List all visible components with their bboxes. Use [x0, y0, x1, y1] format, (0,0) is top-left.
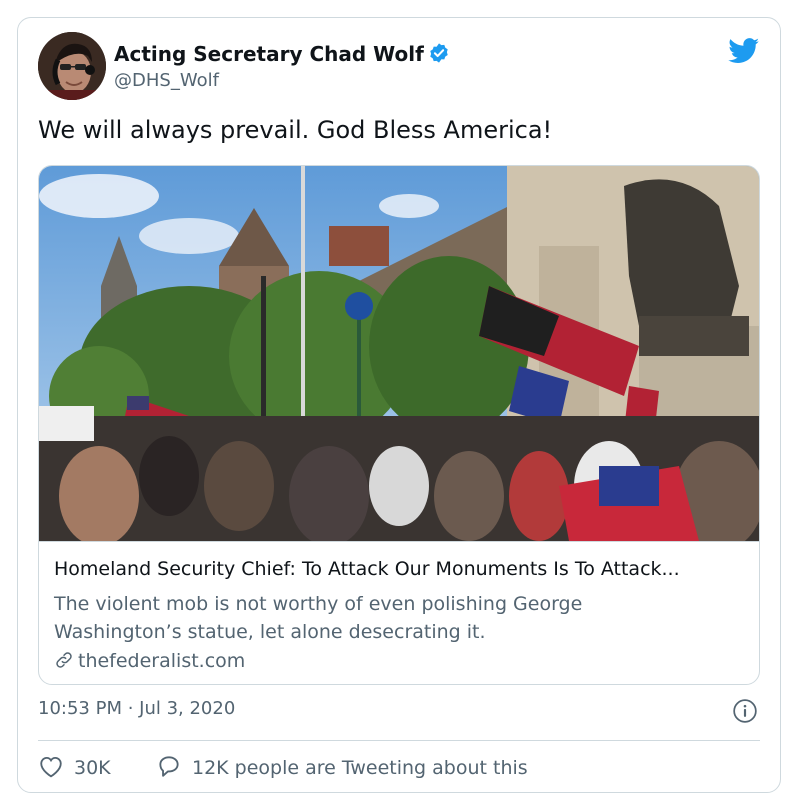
author-name[interactable]: Acting Secretary Chad Wolf	[114, 42, 450, 69]
link-icon	[56, 652, 72, 668]
link-domain-text[interactable]: thefederalist.com	[78, 650, 245, 672]
like-count[interactable]: 30K	[74, 757, 111, 779]
link-domain[interactable]: thefederalist.com	[54, 650, 245, 672]
conversation-text[interactable]: 12K people are Tweeting about this	[192, 757, 528, 779]
link-preview-card[interactable]: Homeland Security Chief: To Attack Our M…	[38, 165, 760, 685]
verified-badge-icon	[428, 42, 450, 69]
like-button[interactable]: 30K	[38, 754, 111, 779]
link-description[interactable]: The violent mob is not worthy of even po…	[54, 590, 674, 646]
conversation-button[interactable]: 12K people are Tweeting about this	[156, 754, 528, 779]
tweet-timestamp[interactable]: 10:53 PM · Jul 3, 2020	[38, 698, 235, 719]
link-title[interactable]: Homeland Security Chief: To Attack Our M…	[54, 558, 750, 580]
tweet-text: We will always prevail. God Bless Americ…	[38, 116, 553, 144]
article-photo[interactable]	[39, 166, 760, 541]
heart-icon	[40, 756, 62, 778]
author-name-text[interactable]: Acting Secretary Chad Wolf	[114, 42, 424, 66]
link-preview-text[interactable]: Homeland Security Chief: To Attack Our M…	[39, 541, 759, 684]
author-handle[interactable]: @DHS_Wolf	[114, 70, 219, 91]
author-avatar[interactable]	[38, 32, 106, 100]
speech-bubble-icon	[159, 756, 179, 777]
actions-divider	[38, 740, 760, 741]
twitter-bird-icon[interactable]	[728, 38, 760, 68]
info-icon[interactable]	[732, 698, 758, 728]
tweet-embed-card[interactable]: Acting Secretary Chad Wolf @DHS_Wolf We …	[17, 17, 781, 793]
